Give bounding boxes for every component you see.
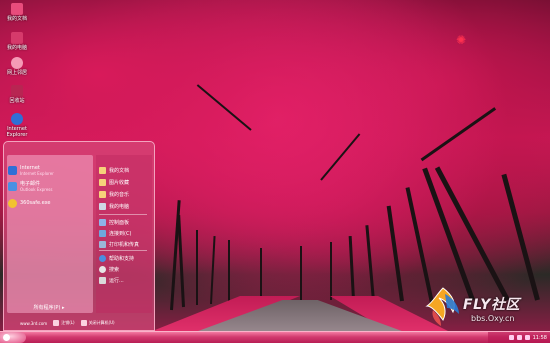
item-subtitle: Outlook Express bbox=[20, 187, 53, 192]
desktop-icon-network[interactable]: 网上邻居 bbox=[2, 57, 32, 76]
desktop-icon-recycle-bin[interactable]: 回收站 bbox=[2, 85, 32, 104]
watermark-url: bbs.Oxy.cn bbox=[471, 314, 515, 323]
taskbar: 11:58 bbox=[0, 331, 550, 343]
360safe-icon bbox=[8, 198, 17, 208]
run-icon bbox=[99, 276, 106, 284]
start-menu-separator bbox=[99, 214, 147, 215]
item-title: Internet bbox=[20, 164, 40, 171]
start-menu-item-music[interactable]: 我的音乐 bbox=[99, 189, 129, 199]
item-title: 360safe.exe bbox=[20, 200, 51, 206]
computer-icon bbox=[99, 202, 106, 210]
search-icon bbox=[99, 265, 106, 273]
recycle-bin-icon bbox=[11, 85, 23, 97]
fly-logo-icon bbox=[425, 287, 459, 326]
desktop: ✺ 我的文档 我的电脑 网上邻居 回收站 Internet Explorer I… bbox=[0, 0, 550, 343]
windows-logo-icon bbox=[3, 334, 10, 341]
volume-icon[interactable] bbox=[508, 335, 514, 340]
help-icon bbox=[99, 254, 106, 262]
music-folder-icon bbox=[99, 190, 106, 198]
arrow-right-icon: ▸ bbox=[62, 305, 65, 311]
system-tray: 11:58 bbox=[488, 332, 550, 343]
desktop-icon-ie[interactable]: Internet Explorer bbox=[2, 113, 32, 138]
printer-icon bbox=[99, 240, 106, 248]
network-icon[interactable] bbox=[516, 335, 522, 340]
start-menu-footer: www.3rd.com 注销(L) 关闭计算机(U) bbox=[4, 316, 154, 330]
security-icon[interactable] bbox=[524, 335, 530, 340]
desktop-icon-my-documents[interactable]: 我的文档 bbox=[2, 3, 32, 22]
pictures-folder-icon bbox=[99, 178, 106, 186]
folder-icon bbox=[11, 3, 23, 15]
start-menu-item-360safe[interactable]: 360safe.exe bbox=[8, 197, 51, 209]
start-menu-item-run[interactable]: 运行... bbox=[99, 275, 124, 285]
email-icon bbox=[8, 181, 17, 191]
user-label: www.3rd.com bbox=[20, 320, 48, 326]
network-icon bbox=[11, 57, 23, 69]
internet-explorer-icon bbox=[11, 113, 23, 125]
logoff-button[interactable]: 注销(L) bbox=[53, 320, 75, 326]
internet-explorer-icon bbox=[8, 165, 17, 175]
start-menu-item-connect-to[interactable]: 连接到(C) bbox=[99, 228, 131, 238]
key-icon bbox=[53, 320, 60, 326]
start-menu: Internet Internet Explorer 电子邮件 Outlook … bbox=[3, 141, 155, 331]
network-connection-icon bbox=[99, 229, 106, 237]
start-button[interactable] bbox=[0, 332, 26, 343]
watermark-title: FLY社区 bbox=[463, 297, 520, 313]
desktop-icon-my-computer[interactable]: 我的电脑 bbox=[2, 32, 32, 51]
power-icon bbox=[80, 320, 87, 326]
computer-icon bbox=[11, 32, 23, 44]
start-menu-item-printers[interactable]: 打印机和传真 bbox=[99, 239, 139, 249]
control-panel-icon bbox=[99, 218, 106, 226]
start-menu-item-email[interactable]: 电子邮件 Outlook Express bbox=[8, 180, 52, 192]
start-menu-separator bbox=[99, 250, 147, 251]
shutdown-button[interactable]: 关闭计算机(U) bbox=[80, 320, 115, 326]
start-menu-item-my-documents[interactable]: 我的文档 bbox=[99, 165, 129, 175]
start-menu-item-help[interactable]: 帮助和支持 bbox=[99, 253, 134, 263]
watermark: FLY社区 bbs.Oxy.cn bbox=[423, 284, 547, 330]
clock[interactable]: 11:58 bbox=[533, 335, 547, 341]
item-subtitle: Internet Explorer bbox=[20, 170, 54, 176]
start-menu-item-my-computer[interactable]: 我的电脑 bbox=[99, 201, 129, 211]
sparkle-icon: ✺ bbox=[455, 33, 467, 47]
start-menu-item-pictures[interactable]: 图片收藏 bbox=[99, 177, 129, 187]
start-menu-item-internet[interactable]: Internet Internet Explorer bbox=[8, 164, 54, 176]
all-programs-button[interactable]: 所有程序(P) ▸ bbox=[10, 304, 88, 311]
start-menu-item-search[interactable]: 搜索 bbox=[99, 264, 119, 274]
start-menu-pinned-pane bbox=[7, 155, 93, 313]
start-menu-item-control-panel[interactable]: 控制面板 bbox=[99, 217, 129, 227]
folder-icon bbox=[99, 166, 106, 174]
